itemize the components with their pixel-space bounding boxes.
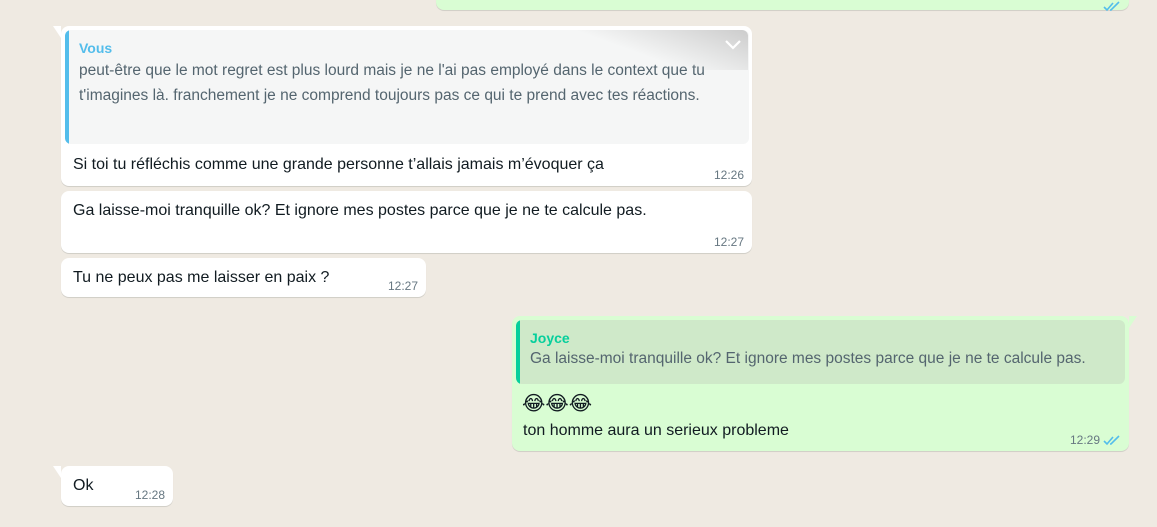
- message-text: Ga laisse-moi tranquille ok? Et ignore m…: [73, 202, 647, 219]
- message-emoji: 😂😂😂: [522, 393, 593, 415]
- message-bubble-incoming[interactable]: Vous peut-être que le mot regret est plu…: [53, 26, 752, 186]
- message-time: 12:26: [714, 168, 744, 182]
- message-text: Tu ne peux pas me laisser en paix ?: [73, 269, 330, 286]
- message-time-label: 12:29: [1069, 433, 1100, 447]
- quote-accent-bar: [516, 320, 520, 384]
- message-text: ton homme aura un serieux probleme: [523, 422, 789, 439]
- chat-message-list[interactable]: Vous peut-être que le mot regret est plu…: [0, 0, 1157, 527]
- message-bubble-partial[interactable]: [436, 0, 1129, 12]
- message-time: 12:27: [714, 235, 744, 249]
- double-check-icon: [1103, 434, 1121, 446]
- message-time-label: 12:27: [387, 279, 418, 293]
- message-bubble-outgoing[interactable]: Joyce Ga laisse-moi tranquille ok? Et ig…: [512, 316, 1137, 451]
- quote-text: Ga laisse-moi tranquille ok? Et ignore m…: [530, 350, 1086, 367]
- message-time-label: 12:27: [713, 235, 744, 249]
- double-check-icon: [1103, 0, 1121, 12]
- message-bubble-incoming[interactable]: Ok 12:28: [53, 466, 173, 506]
- message-time-label: 12:28: [134, 488, 165, 502]
- message-menu-gradient: [568, 30, 748, 70]
- quote-author: Joyce: [530, 330, 570, 346]
- message-bubble-incoming[interactable]: Tu ne peux pas me laisser en paix ? 12:2…: [61, 258, 426, 297]
- quote-accent-bar: [65, 30, 69, 144]
- message-time: 12:27: [388, 279, 418, 293]
- quoted-message[interactable]: Joyce Ga laisse-moi tranquille ok? Et ig…: [516, 320, 1125, 384]
- message-time-label: 12:26: [713, 168, 744, 182]
- chevron-down-icon[interactable]: [724, 36, 742, 50]
- message-bubble-incoming[interactable]: Ga laisse-moi tranquille ok? Et ignore m…: [61, 191, 752, 253]
- message-text: Ok: [73, 477, 94, 494]
- message-text: Si toi tu réfléchis comme une grande per…: [73, 156, 604, 173]
- message-time: 12:28: [135, 488, 165, 502]
- message-time: 12:29: [1070, 433, 1121, 447]
